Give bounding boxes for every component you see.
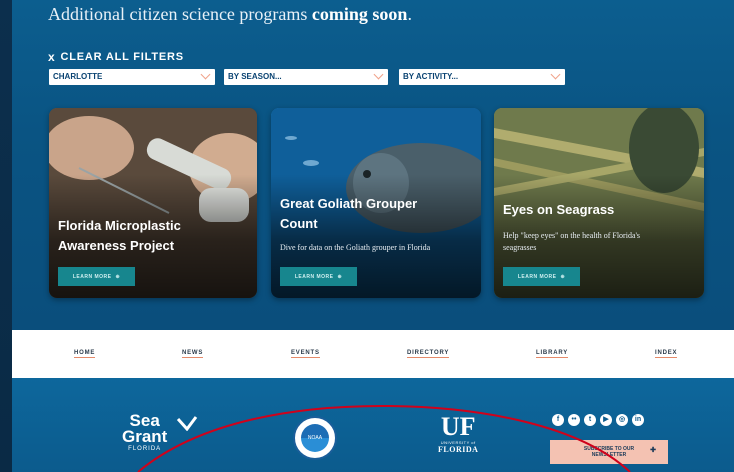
youtube-icon[interactable]: ▶ — [600, 414, 612, 426]
program-card-seagrass[interactable]: Eyes on Seagrass Help "keep eyes" on the… — [494, 108, 704, 298]
instagram-icon[interactable]: ◎ — [616, 414, 628, 426]
coming-soon-text: Additional citizen science programs comi… — [48, 4, 412, 24]
clear-filters-button[interactable]: x CLEAR ALL FILTERS — [48, 50, 184, 64]
chevron-down-icon — [373, 69, 384, 80]
program-card-microplastic[interactable]: Florida Microplastic Awareness Project L… — [49, 108, 257, 298]
nav-index[interactable]: INDEX — [655, 350, 678, 358]
uf-logo[interactable]: UF UNIVERSITY of FLORIDA — [438, 414, 478, 455]
card-title: Great Goliath Grouper Count — [280, 196, 418, 231]
learn-more-button[interactable]: LEARN MORE ⊕ — [503, 267, 580, 286]
social-links: f •• t ▶ ◎ in — [552, 414, 644, 426]
wave-icon — [176, 416, 198, 431]
card-description: Help "keep eyes" on the health of Florid… — [503, 231, 641, 252]
learn-more-button[interactable]: LEARN MORE ⊕ — [58, 267, 135, 286]
sea-grant-logo[interactable]: Sea Grant FLORIDA — [122, 412, 167, 452]
card-description: Dive for data on the Goliath grouper in … — [280, 243, 431, 252]
nav-news[interactable]: NEWS — [182, 350, 204, 358]
linkedin-icon[interactable]: in — [632, 414, 644, 426]
subscribe-newsletter-button[interactable]: SUBSCRIBE TO OUR NEWSLETTER ✚ — [550, 440, 668, 464]
clear-filters-label: CLEAR ALL FILTERS — [60, 51, 184, 63]
card-title: Florida Microplastic Awareness Project — [58, 218, 181, 253]
footer: Sea Grant FLORIDA NOAA UF UNIVERSITY of … — [12, 378, 734, 472]
plus-circle-icon: ⊕ — [115, 273, 121, 280]
learn-more-button[interactable]: LEARN MORE ⊕ — [280, 267, 357, 286]
chevron-down-icon — [550, 69, 561, 80]
close-icon: x — [48, 50, 56, 64]
nav-events[interactable]: EVENTS — [291, 350, 320, 358]
footer-nav: HOME NEWS EVENTS DIRECTORY LIBRARY INDEX — [12, 330, 734, 378]
season-select[interactable]: BY SEASON... — [224, 69, 388, 85]
facebook-icon[interactable]: f — [552, 414, 564, 426]
program-card-goliath-grouper[interactable]: Great Goliath Grouper Count Dive for dat… — [271, 108, 481, 298]
nav-library[interactable]: LIBRARY — [536, 350, 569, 358]
card-title: Eyes on Seagrass — [503, 202, 615, 217]
plus-circle-icon: ⊕ — [337, 273, 343, 280]
plus-circle-icon: ⊕ — [560, 273, 566, 280]
activity-select[interactable]: BY ACTIVITY... — [399, 69, 565, 85]
twitter-icon[interactable]: t — [584, 414, 596, 426]
noaa-logo[interactable]: NOAA — [293, 416, 337, 460]
person-add-icon: ✚ — [650, 447, 656, 454]
window-left-edge — [0, 0, 12, 472]
nav-directory[interactable]: DIRECTORY — [407, 350, 450, 358]
nav-home[interactable]: HOME — [74, 350, 96, 358]
flickr-icon[interactable]: •• — [568, 414, 580, 426]
county-select[interactable]: CHARLOTTE — [49, 69, 215, 85]
chevron-down-icon — [200, 69, 211, 80]
